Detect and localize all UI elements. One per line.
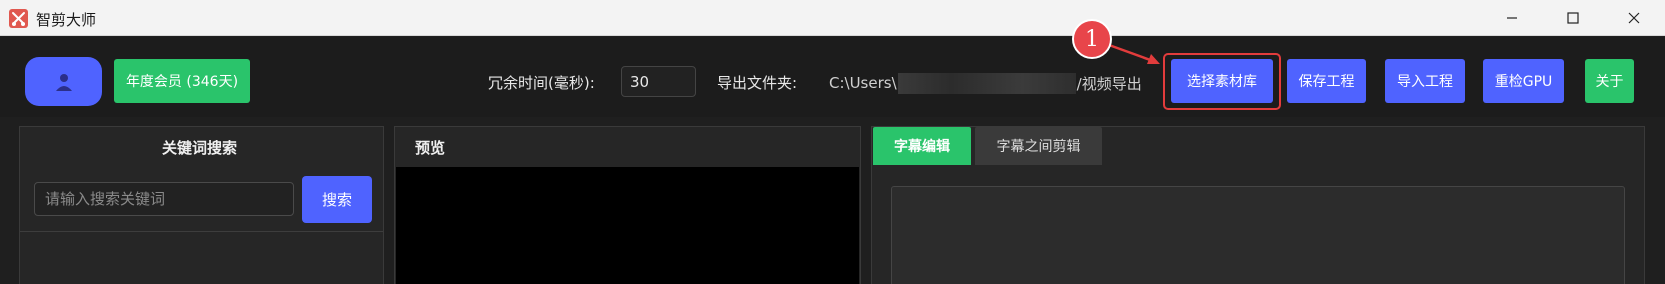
highlight-box [1163, 53, 1281, 110]
preview-panel: 预览 [394, 126, 861, 284]
redacted-path [897, 72, 1076, 94]
divider [20, 231, 383, 232]
close-icon [1628, 12, 1640, 24]
import-project-button[interactable]: 导入工程 [1385, 59, 1465, 103]
export-path: C:\Users\ /视频导出 [829, 72, 1142, 94]
search-button[interactable]: 搜索 [302, 176, 372, 223]
redundant-time-input[interactable] [621, 66, 696, 97]
tab-subtitle-edit[interactable]: 字幕编辑 [873, 127, 971, 165]
user-icon [55, 73, 72, 91]
video-preview[interactable] [396, 167, 859, 284]
membership-badge[interactable]: 年度会员 (346天) [114, 59, 250, 103]
about-button[interactable]: 关于 [1585, 59, 1634, 103]
subtitle-panel: 字幕编辑 字幕之间剪辑 [871, 126, 1645, 284]
minimize-icon [1507, 17, 1517, 19]
export-path-suffix: /视频导出 [1076, 74, 1142, 93]
close-button[interactable] [1611, 0, 1657, 36]
redundant-time-label: 冗余时间(毫秒): [488, 74, 595, 92]
maximize-button[interactable] [1550, 0, 1596, 36]
window-title: 智剪大师 [36, 11, 97, 29]
save-project-button[interactable]: 保存工程 [1287, 59, 1366, 103]
export-path-prefix: C:\Users\ [829, 74, 897, 92]
tab-cut-between-subtitles[interactable]: 字幕之间剪辑 [975, 127, 1102, 165]
keyword-panel-title: 关键词搜索 [162, 139, 238, 157]
recheck-gpu-button[interactable]: 重检GPU [1483, 59, 1564, 103]
maximize-icon [1567, 12, 1579, 24]
subtitle-editor[interactable] [891, 186, 1625, 284]
scissors-app-icon [9, 9, 28, 28]
title-bar: 智剪大师 [0, 0, 1665, 36]
search-input[interactable] [34, 182, 294, 216]
avatar-button[interactable] [25, 57, 102, 106]
minimize-button[interactable] [1489, 0, 1535, 36]
export-folder-label: 导出文件夹: [717, 74, 798, 92]
keyword-search-panel: 关键词搜索 搜索 [19, 126, 384, 284]
preview-title: 预览 [415, 139, 446, 157]
preview-header: 预览 [395, 127, 860, 166]
step-marker: 1 [1072, 19, 1112, 59]
